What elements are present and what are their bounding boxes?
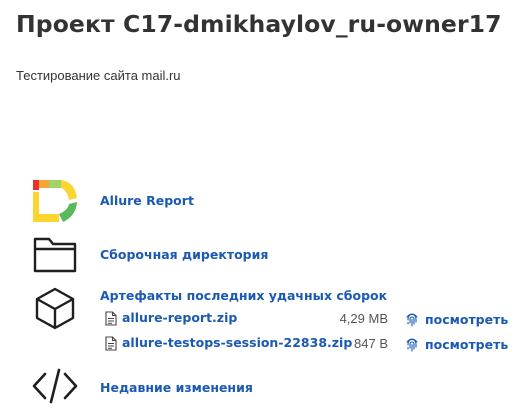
project-description: Тестирование сайта mail.ru [16, 68, 181, 83]
build-directory-link[interactable]: Сборочная директория [100, 247, 268, 262]
artifact-file-size: 4,29 MB [339, 311, 388, 326]
page-title: Проект C17-dmikhaylov_ru-owner17 [16, 10, 502, 38]
view-link-label: посмотреть [425, 336, 509, 352]
fingerprint-icon [406, 338, 418, 352]
artifact-file-link[interactable]: allure-report.zip [122, 310, 237, 325]
view-link-label: посмотреть [425, 311, 509, 327]
artifact-view-link[interactable]: посмотреть [405, 309, 508, 329]
fingerprint-icon [406, 313, 418, 327]
box-icon [31, 284, 79, 332]
file-icon [105, 336, 117, 351]
file-icon [105, 311, 117, 326]
artifacts-link[interactable]: Артефакты последних удачных сборок [100, 288, 387, 303]
allure-report-link[interactable]: Allure Report [100, 193, 194, 208]
code-icon [31, 362, 79, 410]
artifact-row: allure-testops-session-22838.zip 847 B п… [100, 334, 510, 354]
folder-icon [31, 231, 79, 279]
artifact-row: allure-report.zip 4,29 MB посмотреть [100, 309, 510, 329]
allure-logo-icon[interactable] [31, 178, 79, 226]
recent-changes-link[interactable]: Недавние изменения [100, 380, 253, 395]
artifact-file-link[interactable]: allure-testops-session-22838.zip [122, 335, 352, 350]
artifact-view-link[interactable]: посмотреть [405, 334, 508, 354]
artifact-file-size: 847 B [354, 336, 388, 351]
